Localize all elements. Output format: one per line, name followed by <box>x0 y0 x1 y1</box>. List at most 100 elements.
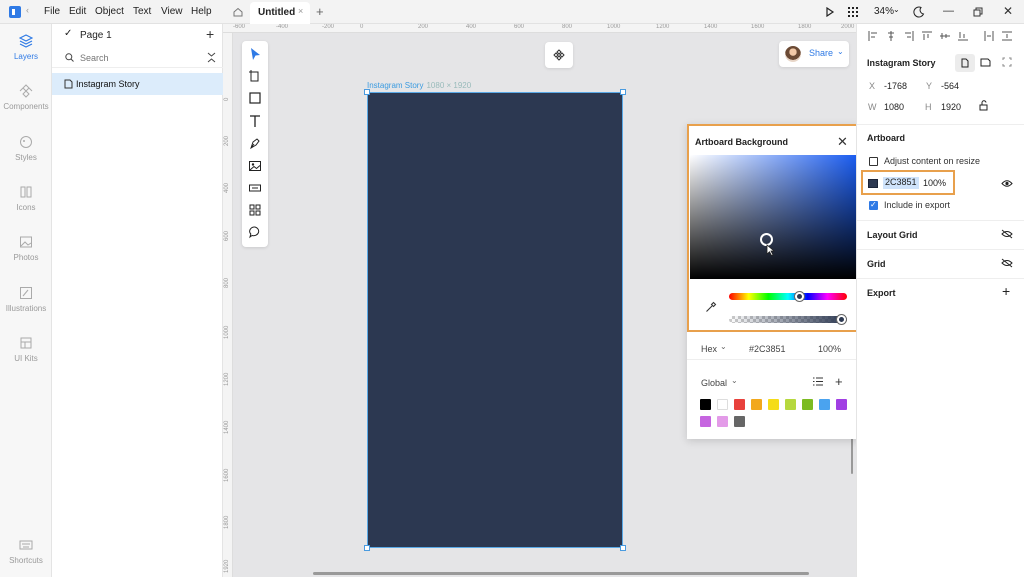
app-logo-icon[interactable] <box>9 6 21 18</box>
rail-item-components[interactable]: Components <box>0 84 52 111</box>
artboard-label[interactable]: Instagram Story 1080 × 1920 <box>367 81 471 90</box>
color-swatch[interactable] <box>717 416 728 427</box>
landscape-icon[interactable] <box>980 58 991 67</box>
width-field[interactable]: 1080 <box>884 102 904 112</box>
fill-hex-input[interactable]: 2C3851 <box>883 177 919 189</box>
opacity-slider[interactable] <box>729 316 847 323</box>
new-tab-button[interactable]: + <box>316 4 324 19</box>
minimize-icon[interactable]: — <box>943 5 954 17</box>
hex-input[interactable]: #2C3851 <box>749 344 786 354</box>
color-swatch[interactable] <box>768 399 779 410</box>
eyedropper-icon[interactable] <box>705 301 717 313</box>
add-page-button[interactable]: + <box>206 26 214 42</box>
color-swatch[interactable] <box>700 399 711 410</box>
y-field[interactable]: -564 <box>941 81 959 91</box>
rail-item-icons[interactable]: Icons <box>0 185 52 212</box>
comment-tool-icon[interactable] <box>248 225 262 239</box>
search-input[interactable] <box>80 51 190 65</box>
eye-icon[interactable] <box>1001 179 1013 188</box>
menu-file[interactable]: File <box>44 6 60 17</box>
color-swatch[interactable] <box>785 399 796 410</box>
restore-icon[interactable] <box>973 7 983 17</box>
rail-item-styles[interactable]: Styles <box>0 135 52 162</box>
pen-tool-icon[interactable] <box>248 136 262 150</box>
add-swatch-button[interactable]: + <box>835 374 843 389</box>
color-swatch[interactable] <box>751 399 762 410</box>
unlock-icon[interactable] <box>979 100 989 111</box>
align-center-v-icon[interactable] <box>940 31 950 41</box>
rail-item-photos[interactable]: Photos <box>0 235 52 262</box>
eye-off-icon[interactable] <box>1001 229 1013 239</box>
palette-select[interactable]: Global <box>701 378 727 388</box>
saturation-value-area[interactable] <box>690 155 857 279</box>
dark-mode-icon[interactable] <box>913 6 925 18</box>
color-swatch[interactable] <box>734 416 745 427</box>
rail-item-illustrations[interactable]: Illustrations <box>0 286 52 313</box>
image-tool-icon[interactable] <box>248 159 262 173</box>
artboard[interactable] <box>367 92 623 548</box>
zoom-level[interactable]: 34% <box>874 6 894 17</box>
color-swatch[interactable] <box>819 399 830 410</box>
fit-content-icon[interactable] <box>1002 57 1012 67</box>
menu-text[interactable]: Text <box>133 6 151 17</box>
home-icon[interactable] <box>232 6 244 18</box>
align-left-icon[interactable] <box>868 31 878 41</box>
rectangle-tool-icon[interactable] <box>248 91 262 105</box>
horizontal-scrollbar[interactable] <box>313 572 809 575</box>
color-swatch[interactable] <box>802 399 813 410</box>
tab-close-icon[interactable]: × <box>298 6 303 16</box>
input-tool-icon[interactable] <box>248 181 262 195</box>
grid-menu-icon[interactable] <box>848 7 858 17</box>
resize-handle[interactable] <box>620 545 626 551</box>
share-button[interactable]: Share <box>809 48 833 58</box>
chevron-down-icon[interactable]: ⌄ <box>731 376 738 385</box>
menu-help[interactable]: Help <box>191 6 212 17</box>
opacity-slider-handle[interactable] <box>837 315 846 324</box>
include-export-checkbox[interactable] <box>869 200 878 210</box>
rail-item-layers[interactable]: Layers <box>0 34 52 61</box>
color-swatch[interactable] <box>836 399 847 410</box>
artboard-tool-icon[interactable] <box>248 69 262 83</box>
color-mode-select[interactable]: Hex <box>701 344 717 354</box>
distribute-h-icon[interactable] <box>984 31 994 41</box>
menu-edit[interactable]: Edit <box>69 6 86 17</box>
play-icon[interactable] <box>825 7 835 17</box>
resize-handle[interactable] <box>364 545 370 551</box>
color-swatch[interactable] <box>734 399 745 410</box>
resize-handle[interactable] <box>364 89 370 95</box>
menu-view[interactable]: View <box>161 6 183 17</box>
resize-handle[interactable] <box>620 89 626 95</box>
chevron-down-icon[interactable]: ⌄ <box>720 342 727 351</box>
fill-alpha-input[interactable]: 100% <box>923 178 946 188</box>
components-tool-icon[interactable] <box>248 203 262 217</box>
fill-color-swatch[interactable] <box>868 179 878 188</box>
rail-item-ui-kits[interactable]: UI Kits <box>0 336 52 363</box>
portrait-toggle[interactable] <box>955 54 975 72</box>
close-icon[interactable]: ✕ <box>837 134 848 150</box>
height-field[interactable]: 1920 <box>941 102 961 112</box>
chevron-down-icon[interactable]: ⌄ <box>837 47 844 56</box>
adjust-content-checkbox[interactable] <box>869 157 878 166</box>
chevron-left-icon[interactable]: ‹ <box>26 5 29 15</box>
select-tool-icon[interactable] <box>248 47 262 61</box>
avatar[interactable] <box>785 46 801 62</box>
eye-off-icon[interactable] <box>1001 258 1013 268</box>
close-window-icon[interactable]: ✕ <box>1003 4 1013 18</box>
page-selector[interactable]: ✓ Page 1 + <box>52 24 223 46</box>
menu-object[interactable]: Object <box>95 6 124 17</box>
align-center-h-icon[interactable] <box>886 31 896 41</box>
align-right-icon[interactable] <box>904 31 914 41</box>
color-swatch[interactable] <box>700 416 711 427</box>
x-field[interactable]: -1768 <box>884 81 907 91</box>
layer-item-instagram-story[interactable]: Instagram Story <box>52 73 223 95</box>
rail-item-shortcuts[interactable]: Shortcuts <box>0 538 52 565</box>
distribute-v-icon[interactable] <box>1002 31 1012 41</box>
list-view-icon[interactable] <box>813 377 823 386</box>
hue-slider[interactable] <box>729 293 847 300</box>
align-top-icon[interactable] <box>922 31 932 41</box>
component-button[interactable] <box>545 42 573 68</box>
alpha-input[interactable]: 100% <box>818 344 841 354</box>
collapse-all-icon[interactable] <box>207 52 216 63</box>
align-bottom-icon[interactable] <box>958 31 968 41</box>
color-swatch[interactable] <box>717 399 728 410</box>
